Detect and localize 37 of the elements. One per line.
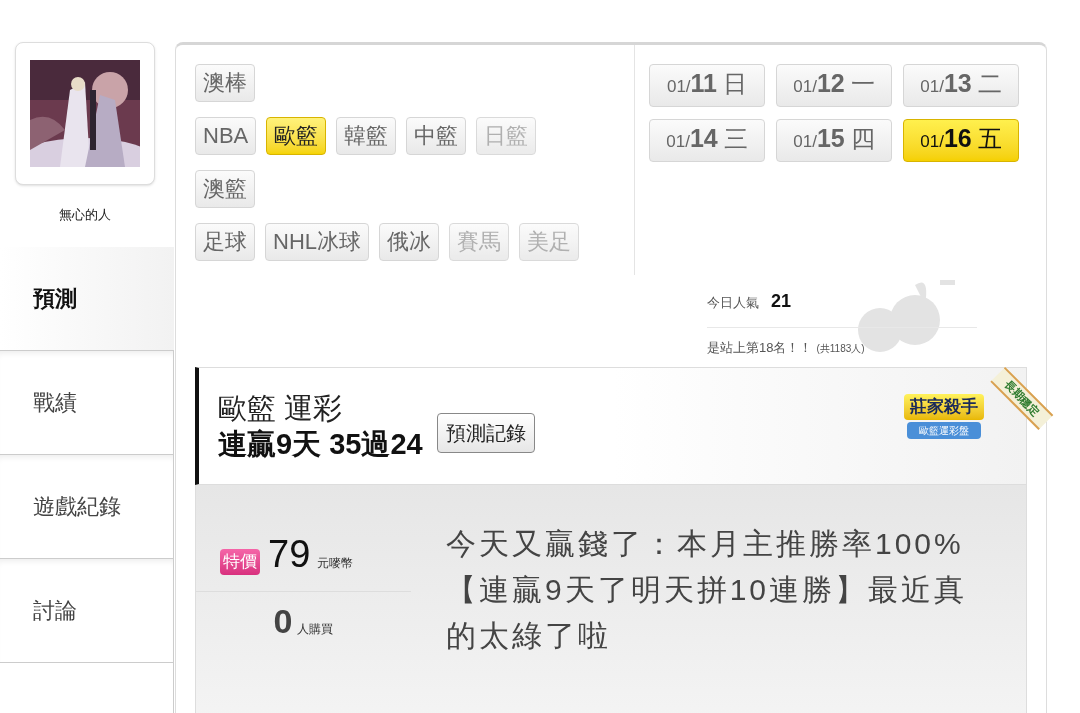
sport-tab[interactable]: NHL冰球 — [265, 223, 369, 261]
popularity-value: 21 — [771, 290, 792, 313]
sidebar-item[interactable]: 戰績 — [0, 350, 174, 455]
date-tab[interactable]: 01/16 五 — [903, 119, 1019, 162]
prediction-text: 今天又贏錢了：本月主推勝率100%【連贏9天了明天拼10連勝】最近真的太綠了啦 — [446, 526, 969, 654]
sidebar-item[interactable]: 預測 — [0, 246, 174, 351]
sport-tab[interactable]: 韓籃 — [336, 117, 397, 155]
sidebar-item[interactable]: 討論 — [0, 558, 174, 663]
rank-text: 是站上第18名！！ — [707, 339, 813, 357]
record-button[interactable]: 預測記錄 — [436, 413, 535, 453]
sport-tab[interactable]: 中籃 — [406, 117, 467, 155]
sidebar-item[interactable]: 遊戲紀錄 — [0, 454, 174, 559]
badge-subtitle: 歐籃運彩盤 — [907, 421, 981, 439]
user-name: 無心的人 — [58, 206, 112, 224]
buyer-count: 0 — [273, 603, 293, 638]
price-value: 79 — [268, 535, 311, 573]
date-tab[interactable]: 01/15 四 — [776, 119, 892, 162]
date-tab[interactable]: 01/14 三 — [649, 119, 765, 162]
sport-tab[interactable]: NBA — [195, 117, 257, 155]
sport-tab[interactable]: 澳籃 — [195, 170, 255, 208]
total-count: (共1183人) — [816, 342, 865, 356]
date-tab[interactable]: 01/12 一 — [776, 64, 892, 107]
market-title: 歐籃 運彩 — [218, 390, 344, 426]
streak-text: 連贏9天 35過24 — [218, 427, 423, 462]
special-price-tag: 特價 — [220, 549, 260, 575]
sport-tab[interactable]: 俄冰 — [379, 223, 439, 261]
badge-title: 莊家殺手 — [904, 394, 984, 420]
date-tab[interactable]: 01/11 日 — [649, 64, 765, 107]
avatar-card[interactable] — [15, 42, 155, 185]
price-unit: 元嘜幣 — [317, 555, 354, 572]
buyer-unit: 人購買 — [297, 620, 334, 638]
sport-tab[interactable]: 足球 — [195, 223, 255, 261]
sport-tab[interactable]: 歐籃 — [266, 117, 327, 155]
ribbon: 長期穩定 — [990, 366, 1054, 430]
sport-tab[interactable]: 澳棒 — [195, 64, 255, 102]
popularity-label: 今日人氣 — [707, 294, 759, 312]
date-tab[interactable]: 01/13 二 — [903, 64, 1019, 107]
